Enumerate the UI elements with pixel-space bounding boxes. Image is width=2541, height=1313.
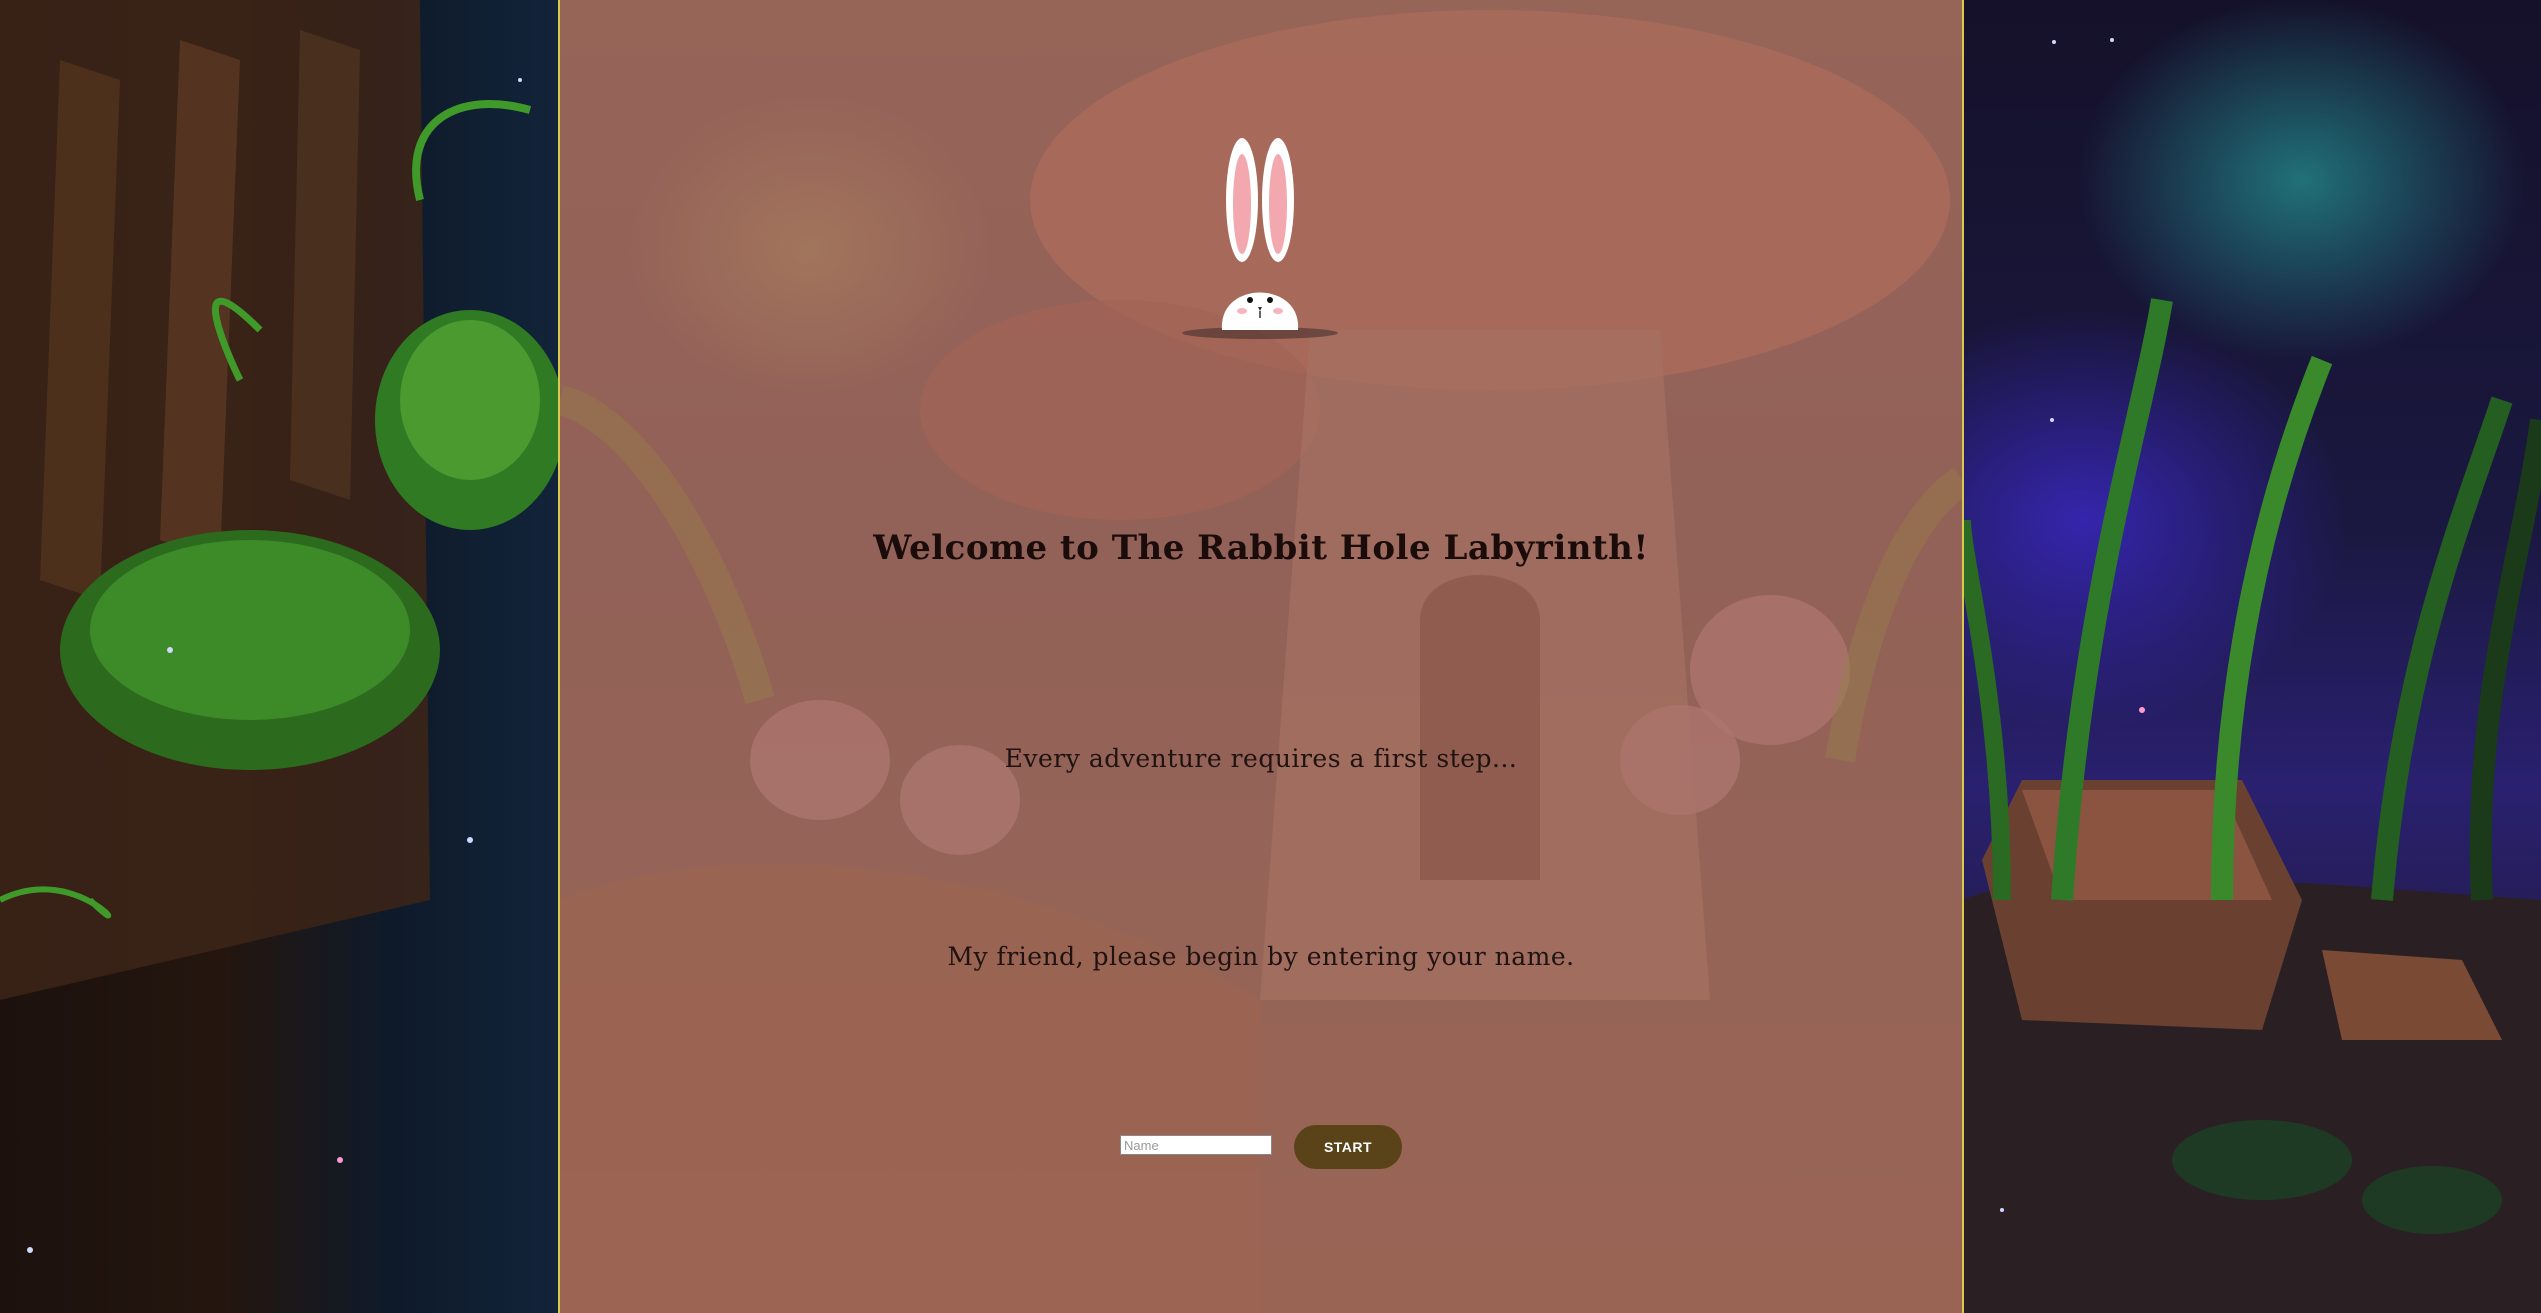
subtitle-text: Every adventure requires a first step... — [1004, 744, 1518, 773]
forest-tree-background — [0, 0, 565, 1313]
welcome-panel: Welcome to The Rabbit Hole Labyrinth! Ev… — [560, 0, 1962, 1313]
page-title: Welcome to The Rabbit Hole Labyrinth! — [873, 528, 1649, 568]
name-prompt-text: My friend, please begin by entering your… — [947, 942, 1575, 971]
name-input[interactable] — [1120, 1135, 1272, 1155]
start-button[interactable]: START — [1294, 1125, 1402, 1169]
night-grass-background — [1953, 0, 2541, 1313]
name-form: START — [1120, 1125, 1420, 1169]
rabbit-peeking-icon — [1180, 130, 1340, 350]
